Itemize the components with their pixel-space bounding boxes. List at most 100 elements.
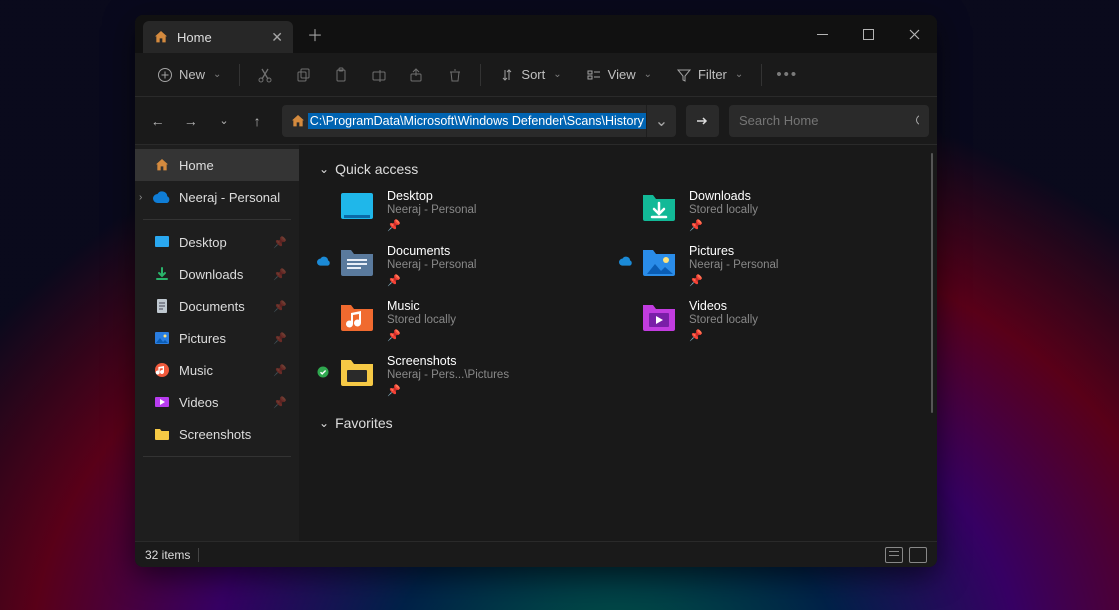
sort-button[interactable]: Sort ⌄ xyxy=(489,61,571,89)
sidebar-onedrive[interactable]: › Neeraj - Personal xyxy=(135,181,299,213)
sidebar-item-label: Documents xyxy=(179,299,245,314)
separator xyxy=(239,64,240,86)
search-input[interactable] xyxy=(739,113,915,128)
home-icon xyxy=(153,156,171,174)
picture-icon xyxy=(639,242,679,282)
quick-access-downloads[interactable]: Downloads Stored locally 📌 xyxy=(639,187,917,232)
pin-icon: 📌 xyxy=(689,274,778,287)
body: Home › Neeraj - Personal Desktop 📌 Downl… xyxy=(135,145,937,541)
sort-icon xyxy=(499,67,515,83)
quick-access-videos[interactable]: Videos Stored locally 📌 xyxy=(639,297,917,342)
document-icon xyxy=(337,242,377,282)
more-button[interactable]: ••• xyxy=(770,59,804,91)
address-dropdown-button[interactable]: ⌄ xyxy=(646,105,676,137)
separator xyxy=(480,64,481,86)
thumbnails-view-button[interactable] xyxy=(909,547,927,563)
up-button[interactable]: ↑ xyxy=(243,106,272,136)
view-button[interactable]: View ⌄ xyxy=(576,61,662,89)
pin-icon: 📌 xyxy=(689,329,758,342)
forward-button[interactable]: → xyxy=(176,106,205,136)
scrollbar[interactable] xyxy=(931,153,933,413)
sidebar-item-label: Neeraj - Personal xyxy=(179,190,280,205)
section-quick-access[interactable]: ⌄ Quick access xyxy=(319,161,917,177)
quick-access-pictures[interactable]: Pictures Neeraj - Personal 📌 xyxy=(639,242,917,287)
sidebar-item-downloads[interactable]: Downloads 📌 xyxy=(135,258,299,290)
sidebar-item-music[interactable]: Music 📌 xyxy=(135,354,299,386)
maximize-button[interactable] xyxy=(845,15,891,53)
address-bar[interactable]: C:\ProgramData\Microsoft\Windows Defende… xyxy=(282,105,676,137)
quick-access-grid: Desktop Neeraj - Personal 📌 Downloads St… xyxy=(337,187,917,397)
sidebar-item-label: Screenshots xyxy=(179,427,251,442)
close-button[interactable] xyxy=(891,15,937,53)
filter-button[interactable]: Filter ⌄ xyxy=(666,61,753,89)
sidebar-item-screenshots[interactable]: Screenshots xyxy=(135,418,299,450)
quick-access-label: Videos Stored locally 📌 xyxy=(689,297,758,342)
chevron-right-icon[interactable]: › xyxy=(139,192,142,203)
music-icon xyxy=(337,297,377,337)
filter-label: Filter xyxy=(698,67,727,82)
quick-access-screenshots[interactable]: Screenshots Neeraj - Pers...\Pictures 📌 xyxy=(337,352,615,397)
chevron-down-icon: ⌄ xyxy=(553,69,561,80)
pin-icon: 📌 xyxy=(273,300,293,313)
separator xyxy=(143,219,291,220)
copy-button[interactable] xyxy=(286,59,320,91)
tab-home[interactable]: Home ✕ xyxy=(143,21,293,53)
chevron-down-icon: ⌄ xyxy=(644,69,652,80)
sidebar: Home › Neeraj - Personal Desktop 📌 Downl… xyxy=(135,145,299,541)
paste-button[interactable] xyxy=(324,59,358,91)
status-item-count: 32 items xyxy=(145,548,190,562)
tab-close-button[interactable]: ✕ xyxy=(271,29,283,46)
delete-button[interactable] xyxy=(438,59,472,91)
sidebar-item-label: Videos xyxy=(179,395,219,410)
sidebar-item-label: Downloads xyxy=(179,267,243,282)
chevron-down-icon: ⌄ xyxy=(735,69,743,80)
pin-icon: 📌 xyxy=(689,219,758,232)
minimize-button[interactable] xyxy=(799,15,845,53)
new-button[interactable]: New ⌄ xyxy=(147,61,231,89)
quick-access-desktop[interactable]: Desktop Neeraj - Personal 📌 xyxy=(337,187,615,232)
sidebar-home[interactable]: Home xyxy=(135,149,299,181)
details-view-button[interactable] xyxy=(885,547,903,563)
desktop-icon xyxy=(337,187,377,227)
quick-access-label: Downloads Stored locally 📌 xyxy=(689,187,758,232)
section-title: Favorites xyxy=(335,415,393,431)
cloud-sync-icon xyxy=(317,256,329,268)
document-icon xyxy=(153,297,171,315)
pin-icon: 📌 xyxy=(387,329,456,342)
tab-title: Home xyxy=(177,30,212,45)
section-favorites[interactable]: ⌄ Favorites xyxy=(319,415,917,431)
rename-button[interactable] xyxy=(362,59,396,91)
content-area: ⌄ Quick access Desktop Neeraj - Personal… xyxy=(299,145,937,541)
cloud-icon xyxy=(153,188,171,206)
address-input[interactable]: C:\ProgramData\Microsoft\Windows Defende… xyxy=(308,113,646,129)
quick-access-documents[interactable]: Documents Neeraj - Personal 📌 xyxy=(337,242,615,287)
quick-access-label: Pictures Neeraj - Personal 📌 xyxy=(689,242,778,287)
titlebar: Home ✕ ＋ xyxy=(135,15,937,53)
new-tab-button[interactable]: ＋ xyxy=(293,22,337,46)
pin-icon: 📌 xyxy=(273,236,293,249)
quick-access-music[interactable]: Music Stored locally 📌 xyxy=(337,297,615,342)
sidebar-item-videos[interactable]: Videos 📌 xyxy=(135,386,299,418)
sidebar-item-label: Pictures xyxy=(179,331,226,346)
folder-icon xyxy=(337,352,377,392)
section-title: Quick access xyxy=(335,161,418,177)
plus-circle-icon xyxy=(157,67,173,83)
sync-ok-icon xyxy=(317,366,329,378)
history-button[interactable]: ⌄ xyxy=(209,106,238,136)
pin-icon: 📌 xyxy=(273,268,293,281)
arrow-right-icon xyxy=(694,113,710,129)
search-box[interactable] xyxy=(729,105,929,137)
sidebar-item-desktop[interactable]: Desktop 📌 xyxy=(135,226,299,258)
folder-icon xyxy=(153,425,171,443)
sidebar-item-documents[interactable]: Documents 📌 xyxy=(135,290,299,322)
go-button[interactable] xyxy=(686,105,719,137)
sidebar-item-label: Home xyxy=(179,158,214,173)
cut-button[interactable] xyxy=(248,59,282,91)
view-icon xyxy=(586,67,602,83)
chevron-down-icon: ⌄ xyxy=(319,416,329,430)
search-icon xyxy=(915,114,919,128)
share-button[interactable] xyxy=(400,59,434,91)
file-explorer-window: Home ✕ ＋ New ⌄ Sort ⌄ View xyxy=(135,15,937,567)
sidebar-item-pictures[interactable]: Pictures 📌 xyxy=(135,322,299,354)
back-button[interactable]: ← xyxy=(143,106,172,136)
